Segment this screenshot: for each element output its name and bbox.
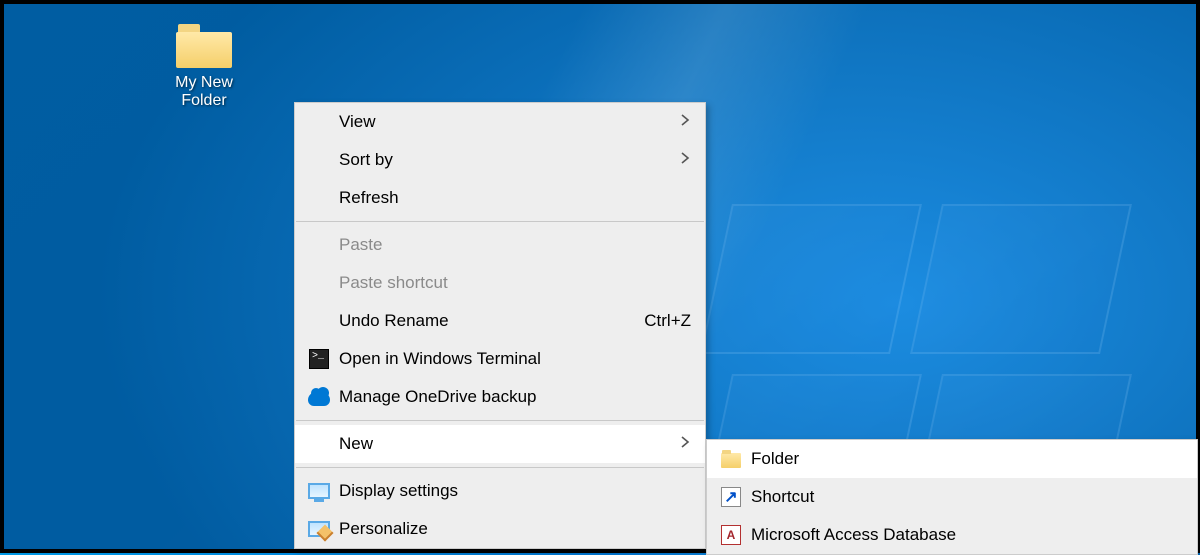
menu-item-label: Undo Rename: [339, 311, 632, 331]
menu-item-label: View: [339, 112, 679, 132]
terminal-icon: [309, 349, 329, 369]
menu-item-label: Manage OneDrive backup: [339, 387, 691, 407]
menu-item-display-settings[interactable]: Display settings: [295, 472, 705, 510]
desktop-item-label: My New Folder: [154, 74, 254, 111]
chevron-right-icon: [679, 434, 691, 454]
submenu-item-folder[interactable]: Folder: [707, 440, 1197, 478]
menu-item-view[interactable]: View: [295, 103, 705, 141]
menu-separator: [296, 221, 704, 222]
submenu-item-label: Microsoft Access Database: [751, 525, 1183, 545]
menu-item-label: Display settings: [339, 481, 691, 501]
folder-icon: [176, 24, 232, 68]
menu-item-label: Paste shortcut: [339, 273, 691, 293]
submenu-item-access-db[interactable]: A Microsoft Access Database: [707, 516, 1197, 554]
menu-item-paste: Paste: [295, 226, 705, 264]
menu-item-personalize[interactable]: Personalize: [295, 510, 705, 548]
menu-separator: [296, 467, 704, 468]
menu-item-label: Sort by: [339, 150, 679, 170]
menu-separator: [296, 420, 704, 421]
menu-item-label: Open in Windows Terminal: [339, 349, 691, 369]
desktop-item-my-new-folder[interactable]: My New Folder: [154, 24, 254, 111]
chevron-right-icon: [679, 150, 691, 170]
new-submenu: Folder ↗ Shortcut A Microsoft Access Dat…: [706, 439, 1198, 555]
access-icon: A: [721, 525, 741, 545]
menu-item-sort-by[interactable]: Sort by: [295, 141, 705, 179]
onedrive-icon: [308, 392, 330, 406]
submenu-item-label: Folder: [751, 449, 1183, 469]
menu-item-shortcut: Ctrl+Z: [644, 311, 691, 331]
menu-item-undo-rename[interactable]: Undo Rename Ctrl+Z: [295, 302, 705, 340]
submenu-item-shortcut[interactable]: ↗ Shortcut: [707, 478, 1197, 516]
menu-item-label: Personalize: [339, 519, 691, 539]
menu-item-manage-onedrive-backup[interactable]: Manage OneDrive backup: [295, 378, 705, 416]
monitor-icon: [308, 483, 330, 499]
submenu-item-label: Shortcut: [751, 487, 1183, 507]
desktop-context-menu: View Sort by Refresh Paste Paste shortcu…: [294, 102, 706, 549]
shortcut-icon: ↗: [721, 487, 741, 507]
personalize-icon: [308, 521, 330, 537]
menu-item-open-windows-terminal[interactable]: Open in Windows Terminal: [295, 340, 705, 378]
menu-item-label: New: [339, 434, 679, 454]
menu-item-paste-shortcut: Paste shortcut: [295, 264, 705, 302]
folder-icon: [721, 453, 741, 468]
menu-item-new[interactable]: New: [295, 425, 705, 463]
menu-item-label: Refresh: [339, 188, 691, 208]
menu-item-label: Paste: [339, 235, 691, 255]
chevron-right-icon: [679, 112, 691, 132]
menu-item-refresh[interactable]: Refresh: [295, 179, 705, 217]
